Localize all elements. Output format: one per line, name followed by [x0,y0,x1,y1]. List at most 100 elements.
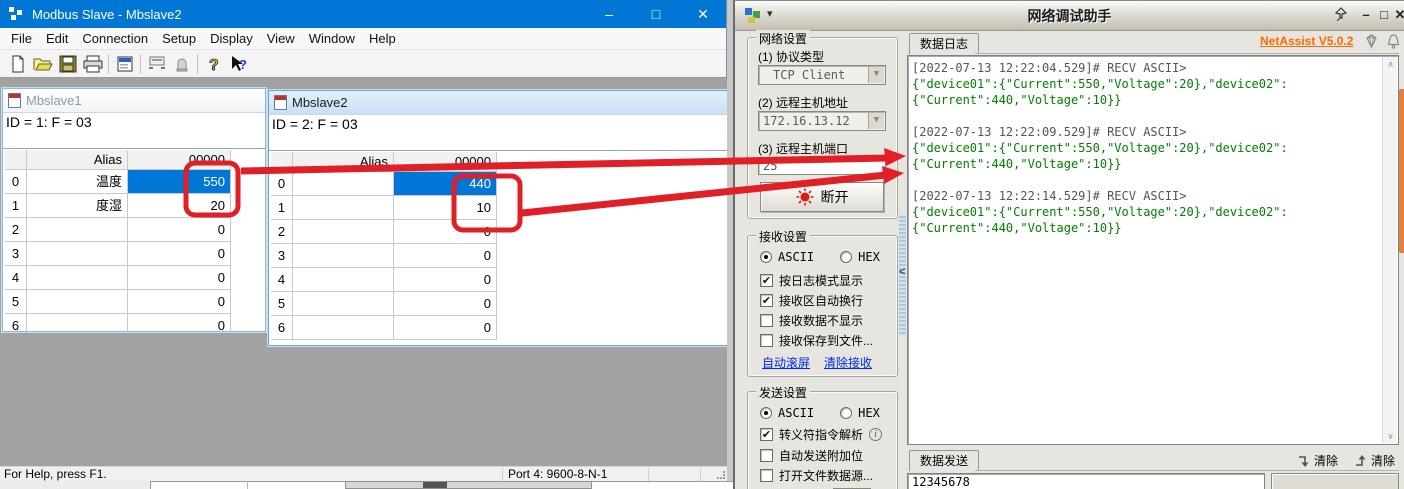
row-index-cell[interactable]: 4 [271,268,293,292]
collapse-left-icon[interactable]: < [899,266,905,278]
recv-option-hide-data[interactable]: 接收数据不显示 [760,312,863,329]
value-cell[interactable]: 10 [394,196,497,220]
alias-cell[interactable] [27,314,128,331]
alias-cell[interactable] [293,316,394,340]
table-row[interactable]: 50 [271,292,497,316]
row-index-cell[interactable]: 3 [271,244,293,268]
alias-cell[interactable] [27,266,128,290]
table-row[interactable]: 60 [271,316,497,340]
table-row[interactable]: 30 [5,242,231,266]
table-row[interactable]: 50 [5,290,231,314]
combo-arrow-icon[interactable]: ▼ [868,113,884,129]
disconnect-button[interactable]: 断开 [760,182,884,212]
remote-port-input[interactable] [758,157,886,175]
alias-cell[interactable] [293,172,394,196]
value-cell[interactable]: 0 [394,244,497,268]
send-button-partial[interactable] [1271,473,1399,489]
menu-help[interactable]: Help [362,28,403,50]
alias-cell[interactable] [27,290,128,314]
value-cell[interactable]: 0 [128,242,231,266]
netassist-app-icon[interactable] [745,8,761,24]
close-button[interactable]: ✕ [1391,5,1404,25]
checkbox[interactable]: ✔ [760,428,773,441]
receive-log-area[interactable]: [2022-07-13 12:22:04.529]# RECV ASCII> {"… [907,55,1399,445]
row-index-cell[interactable]: 0 [271,172,293,196]
value-cell[interactable]: 0 [394,292,497,316]
value-cell[interactable]: 440 [394,172,497,196]
value-cell[interactable]: 0 [394,220,497,244]
minimize-button[interactable]: – [586,0,632,28]
mbslave2-window[interactable]: Mbslave2 ID = 2: F = 03 Alias 00000 0 440… [268,90,727,346]
new-file-icon[interactable] [5,52,30,76]
maximize-button[interactable]: □ [633,0,679,28]
hex-radio[interactable] [840,251,853,263]
send-option-escape-parse[interactable]: ✔ 转义符指令解析 i [760,426,883,443]
row-index-cell[interactable]: 5 [5,290,27,314]
scroll-up-icon[interactable]: ∧ [1383,57,1398,71]
recv-option-word-wrap[interactable]: ✔ 接收区自动换行 [760,292,863,309]
row-index-cell[interactable]: 1 [5,194,27,218]
value-cell[interactable]: 20 [128,194,231,218]
row-index-cell[interactable]: 0 [5,170,27,194]
checkbox[interactable] [760,314,773,327]
checkbox[interactable]: ✔ [760,294,773,307]
panel-collapse-splitter[interactable]: < [899,214,906,336]
clear-receive-link[interactable]: 清除接收 [824,354,872,371]
table-row[interactable]: 30 [271,244,497,268]
version-link[interactable]: NetAssist V5.0.2 [1260,34,1353,48]
clear-send-button[interactable]: 清除 [1297,452,1338,469]
menu-view[interactable]: View [260,28,302,50]
row-index-cell[interactable]: 5 [271,292,293,316]
diamond-icon[interactable] [1363,33,1380,53]
print-icon[interactable] [80,52,105,76]
mbslave1-window[interactable]: Mbslave1 ID = 1: F = 03 Alias 00000 0 温度 5… [2,88,266,332]
context-help-icon[interactable]: ? [226,52,251,76]
scroll-down-icon[interactable]: ∨ [1383,429,1398,443]
alias-cell[interactable] [27,218,128,242]
alias-cell[interactable]: 度湿 [27,194,128,218]
table-row[interactable]: 20 [271,220,497,244]
checkbox[interactable] [760,449,773,462]
value-cell[interactable]: 0 [128,266,231,290]
send-data-input[interactable] [907,473,1265,489]
log-scrollbar[interactable]: ∧ ∨ [1382,57,1397,443]
data-send-tab[interactable]: 数据发送 [909,450,980,471]
table-row[interactable]: 1 10 [271,196,497,220]
ascii-radio[interactable] [760,407,772,419]
communication-traffic-icon[interactable] [169,52,194,76]
value-cell[interactable]: 0 [128,218,231,242]
display-definition-icon[interactable] [112,52,137,76]
resize-grip[interactable] [717,471,725,479]
menu-edit[interactable]: Edit [39,28,75,50]
row-index-cell[interactable]: 2 [5,218,27,242]
ascii-radio[interactable] [760,251,772,263]
hex-radio[interactable] [840,407,853,419]
alias-cell[interactable] [293,220,394,244]
row-index-cell[interactable]: 6 [5,314,27,331]
mbslave2-titlebar[interactable]: Mbslave2 [269,91,727,115]
menu-connection[interactable]: Connection [75,28,155,50]
alias-cell[interactable] [27,242,128,266]
data-log-tab[interactable]: 数据日志 [909,33,980,54]
row-index-cell[interactable]: 3 [5,242,27,266]
table-row[interactable]: 0 440 [271,172,497,196]
send-option-file-source[interactable]: 打开文件数据源... [760,467,873,484]
protocol-type-select[interactable]: TCP Client ▼ [758,65,886,85]
menu-file[interactable]: File [4,28,39,50]
menu-setup[interactable]: Setup [155,28,203,50]
open-file-icon[interactable] [30,52,55,76]
alias-cell[interactable] [293,244,394,268]
row-index-cell[interactable]: 2 [271,220,293,244]
table-row[interactable]: 1 度湿 20 [5,194,231,218]
save-icon[interactable] [55,52,80,76]
value-cell[interactable]: 550 [128,170,231,194]
info-icon[interactable]: i [869,428,883,441]
combo-arrow-icon[interactable]: ▼ [868,67,884,83]
menu-window[interactable]: Window [302,28,362,50]
bell-icon[interactable] [1385,33,1402,53]
table-row[interactable]: 0 温度 550 [5,170,231,194]
table-row[interactable]: 40 [271,268,497,292]
row-index-cell[interactable]: 4 [5,266,27,290]
value-cell[interactable]: 0 [128,314,231,331]
table-row[interactable]: 60 [5,314,231,331]
